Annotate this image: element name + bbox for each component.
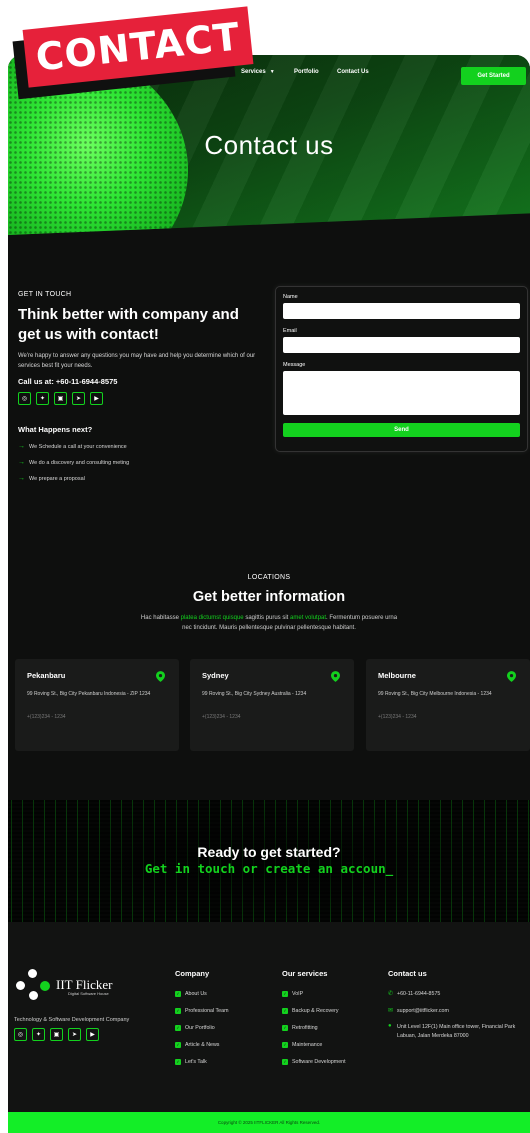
mail-icon: ✉ xyxy=(388,1008,394,1014)
check-icon: ✓ xyxy=(282,1024,288,1031)
locations-eyebrow: LOCATIONS xyxy=(247,574,291,581)
location-card-sydney: Sydney 99 Roving St., Big City Sydney Au… xyxy=(190,659,354,751)
footer-address: ● Unit Level 12F(1) Main office tower, Fi… xyxy=(388,1023,516,1039)
arrow-right-icon: → xyxy=(18,459,25,466)
footer-link[interactable]: ✓ About Us xyxy=(175,985,228,1002)
telegram-icon[interactable]: ➤ xyxy=(72,392,85,405)
youtube-icon[interactable]: ▶ xyxy=(90,392,103,405)
check-icon: ✓ xyxy=(282,990,288,997)
hero-title: Contact us xyxy=(204,130,334,160)
get-in-touch-heading: Think better with company and get us wit… xyxy=(18,306,239,343)
check-icon: ✓ xyxy=(175,1041,181,1048)
message-textarea[interactable] xyxy=(283,371,520,415)
telegram-icon[interactable]: ➤ xyxy=(68,1028,81,1041)
get-started-button[interactable]: Get Started xyxy=(461,67,526,85)
footer-tagline: Technology & Software Development Compan… xyxy=(14,1017,130,1023)
step-item: → We prepare a proposal xyxy=(18,475,85,482)
logo-subtitle: Digital Software House xyxy=(68,990,109,996)
email-label: Email xyxy=(283,328,297,334)
check-icon: ✓ xyxy=(175,1024,181,1031)
location-card-pekanbaru: Pekanbaru 99 Roving St., Big City Pekanb… xyxy=(15,659,179,751)
footer-logo[interactable]: IIT Flicker Digital Software House xyxy=(16,969,112,1003)
name-label: Name xyxy=(283,294,298,300)
cta-banner: Ready to get started? Get in touch or cr… xyxy=(8,800,530,922)
footer-link[interactable]: ✓ VoIP xyxy=(282,985,346,1002)
instagram-icon[interactable]: ◎ xyxy=(18,392,31,405)
locations-header: LOCATIONS Get better information Hac hab… xyxy=(8,574,530,633)
map-pin-icon xyxy=(156,671,165,682)
step-item: → We do a discovery and consulting meting xyxy=(18,459,130,466)
locations-title: Get better information xyxy=(192,589,346,605)
nav-services[interactable]: Services ▼ xyxy=(241,69,275,75)
map-pin-icon: ● xyxy=(388,1023,392,1029)
check-icon: ✓ xyxy=(175,1007,181,1014)
name-input[interactable] xyxy=(283,303,520,319)
contact-form: Name Email Message Send xyxy=(275,286,528,452)
map-pin-icon xyxy=(331,671,340,682)
arrow-right-icon: → xyxy=(18,443,25,450)
chevron-down-icon: ▼ xyxy=(269,69,275,75)
footer-link[interactable]: ✓ Backup & Recovery xyxy=(282,1002,346,1019)
location-cards: Pekanbaru 99 Roving St., Big City Pekanb… xyxy=(15,659,530,751)
check-icon: ✓ xyxy=(175,990,181,997)
twitter-icon[interactable]: ✦ xyxy=(32,1028,45,1041)
services-heading: Our services xyxy=(282,969,328,978)
company-heading: Company xyxy=(175,969,210,978)
phone-icon: ✆ xyxy=(388,991,394,997)
linkedin-icon[interactable]: ▣ xyxy=(54,392,67,405)
instagram-icon[interactable]: ◎ xyxy=(14,1028,27,1041)
footer-social-links: ◎ ✦ ▣ ➤ ▶ xyxy=(14,1028,99,1041)
get-in-touch-eyebrow: GET IN TOUCH xyxy=(18,291,72,298)
call-us-text: Call us at: +60-11-6944-8575 xyxy=(18,377,118,386)
site-footer: IIT Flicker Digital Software House Techn… xyxy=(8,922,530,1112)
social-links: ◎ ✦ ▣ ➤ ▶ xyxy=(18,392,258,405)
email-input[interactable] xyxy=(283,337,520,353)
footer-link[interactable]: ✓ Software Development xyxy=(282,1053,346,1070)
message-label: Message xyxy=(283,362,306,368)
nav-contact-us[interactable]: Contact Us xyxy=(337,69,369,75)
what-happens-heading: What Happens next? xyxy=(18,425,93,434)
arrow-right-icon: → xyxy=(18,475,25,482)
get-in-touch-description: We're happy to answer any questions you … xyxy=(18,353,256,369)
website-frame: Contact us Services ▼ Portfolio Contact U… xyxy=(8,55,530,1133)
copyright-bar: Copyright © 2025 IITFLICKER All Rights R… xyxy=(8,1112,530,1133)
cta-title: Ready to get started? xyxy=(197,844,341,860)
footer-link[interactable]: ✓ Maintenance xyxy=(282,1036,346,1053)
contact-heading: Contact us xyxy=(388,969,427,978)
locations-description: Hac habitasse platea dictumst quisque sa… xyxy=(140,615,398,631)
cta-typing-text: Get in touch or create an accoun_ xyxy=(144,861,394,876)
footer-services-column: Our services ✓ VoIP ✓ Backup & Recovery ✓ R… xyxy=(282,969,346,1070)
footer-link[interactable]: ✓ Professional Team xyxy=(175,1002,228,1019)
step-item: → We Schedule a call at your convenience xyxy=(18,443,127,450)
check-icon: ✓ xyxy=(175,1058,181,1065)
footer-link[interactable]: ✓ Let's Talk xyxy=(175,1053,228,1070)
footer-link[interactable]: ✓ Article & News xyxy=(175,1036,228,1053)
logo-mark-icon xyxy=(16,969,54,1003)
footer-link[interactable]: ✓ Our Portfolio xyxy=(175,1019,228,1036)
footer-phone[interactable]: ✆ +60-11-6944-8575 xyxy=(388,985,527,1002)
check-icon: ✓ xyxy=(282,1007,288,1014)
twitter-icon[interactable]: ✦ xyxy=(36,392,49,405)
send-button[interactable]: Send xyxy=(283,423,520,437)
check-icon: ✓ xyxy=(282,1058,288,1065)
nav-portfolio[interactable]: Portfolio xyxy=(294,69,319,75)
location-card-melbourne: Melbourne 99 Roving St., Big City Melbou… xyxy=(366,659,530,751)
check-icon: ✓ xyxy=(282,1041,288,1048)
footer-link[interactable]: ✓ Retrofitting xyxy=(282,1019,346,1036)
map-pin-icon xyxy=(507,671,516,682)
youtube-icon[interactable]: ▶ xyxy=(86,1028,99,1041)
footer-email[interactable]: ✉ support@iitflicker.com xyxy=(388,1002,527,1019)
footer-company-column: Company ✓ About Us ✓ Professional Team ✓ Ou… xyxy=(175,969,228,1070)
get-in-touch-section: GET IN TOUCH Think better with company a… xyxy=(18,291,258,482)
linkedin-icon[interactable]: ▣ xyxy=(50,1028,63,1041)
footer-contact-column: Contact us ✆ +60-11-6944-8575 ✉ support@ii… xyxy=(388,969,527,1041)
